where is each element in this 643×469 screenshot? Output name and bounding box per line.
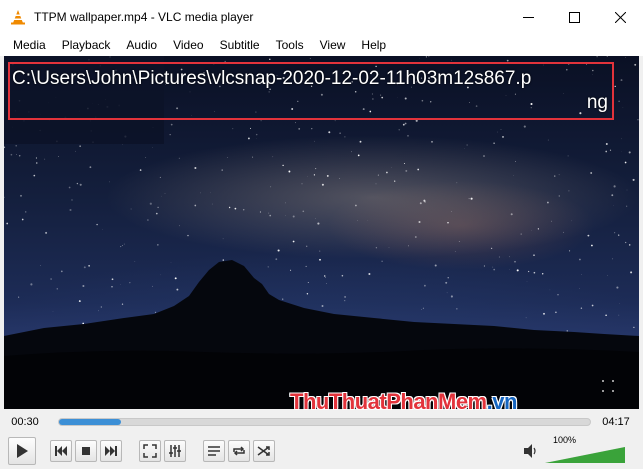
minimize-button[interactable] <box>505 0 551 34</box>
snapshot-path-osd: C:\Users\John\Pictures\vlcsnap-2020-12-0… <box>8 62 614 120</box>
stop-icon <box>82 447 90 455</box>
menu-view[interactable]: View <box>312 34 354 56</box>
volume-control[interactable]: 100% <box>523 435 625 465</box>
volume-slider[interactable] <box>545 447 625 463</box>
seek-progress <box>59 419 122 425</box>
resize-grip-icon <box>602 380 614 392</box>
snapshot-path-text: C:\Users\John\Pictures\vlcsnap-2020-12-0… <box>12 68 532 89</box>
fullscreen-icon <box>143 444 157 458</box>
volume-level <box>545 447 625 463</box>
snapshot-path-tail: ng <box>586 92 608 113</box>
next-button[interactable] <box>100 440 122 462</box>
next-icon <box>105 446 117 456</box>
volume-label: 100% <box>553 435 577 445</box>
minimize-icon <box>522 16 534 18</box>
menu-audio[interactable]: Audio <box>118 34 165 56</box>
menu-tools[interactable]: Tools <box>268 34 312 56</box>
play-button[interactable] <box>8 437 36 465</box>
playlist-button[interactable] <box>203 440 225 462</box>
previous-button[interactable] <box>50 440 72 462</box>
close-button[interactable] <box>597 0 643 34</box>
menu-video[interactable]: Video <box>165 34 211 56</box>
window-title: TTPM wallpaper.mp4 - VLC media player <box>34 10 254 24</box>
menu-bar: Media Playback Audio Video Subtitle Tool… <box>0 34 643 56</box>
loop-button[interactable] <box>228 440 250 462</box>
total-time: 04:17 <box>602 416 630 428</box>
stop-button[interactable] <box>75 440 97 462</box>
play-icon <box>17 444 28 458</box>
seek-row: 00:30 04:17 <box>0 411 643 433</box>
vlc-cone-icon <box>11 10 25 25</box>
playlist-icon <box>208 446 220 456</box>
shuffle-icon <box>257 446 270 456</box>
menu-playback[interactable]: Playback <box>54 34 119 56</box>
menu-subtitle[interactable]: Subtitle <box>212 34 268 56</box>
speaker-icon <box>524 444 536 458</box>
video-area[interactable]: C:\Users\John\Pictures\vlcsnap-2020-12-0… <box>4 56 639 409</box>
menu-media[interactable]: Media <box>5 34 54 56</box>
loop-icon <box>233 446 245 456</box>
maximize-button[interactable] <box>551 0 597 34</box>
elapsed-time: 00:30 <box>11 416 39 428</box>
shuffle-button[interactable] <box>253 440 275 462</box>
close-icon <box>614 11 626 23</box>
extended-settings-button[interactable] <box>164 440 186 462</box>
previous-icon <box>55 446 67 456</box>
maximize-icon <box>568 11 580 23</box>
seek-slider[interactable] <box>58 418 591 426</box>
menu-help[interactable]: Help <box>353 34 394 56</box>
title-bar: TTPM wallpaper.mp4 - VLC media player <box>0 0 643 34</box>
fullscreen-button[interactable] <box>139 440 161 462</box>
equalizer-icon <box>169 445 181 457</box>
